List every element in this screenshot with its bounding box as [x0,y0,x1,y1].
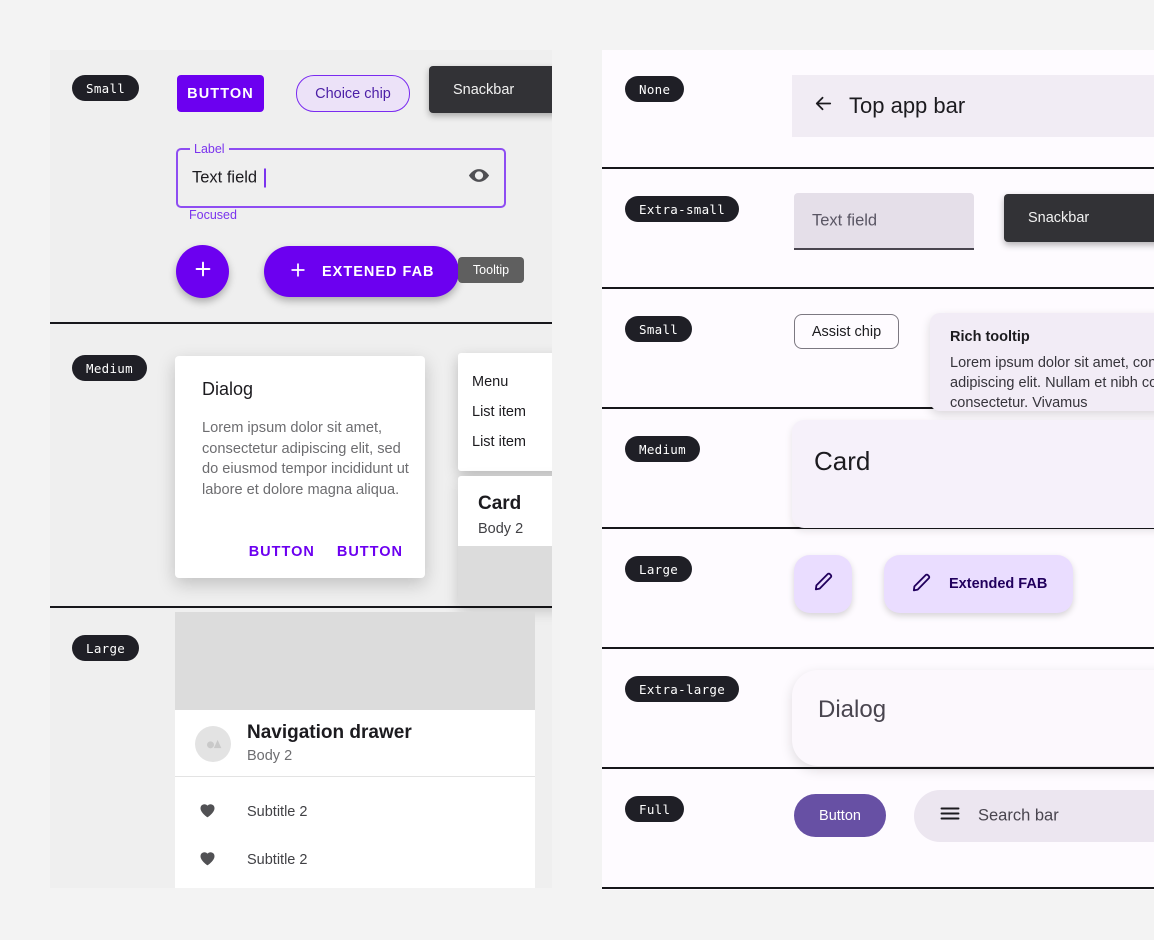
left-panel-divider-1 [50,322,552,324]
dialog-button-1[interactable]: BUTTON [249,544,315,560]
dialog-button-2[interactable]: BUTTON [337,544,403,560]
choice-chip[interactable]: Choice chip [296,75,410,112]
heart-icon [197,847,218,873]
card-media [458,546,552,606]
dialog-actions: BUTTON BUTTON [249,544,403,560]
search-bar[interactable]: Search bar [914,790,1154,842]
navigation-drawer-header: Navigation drawer Body 2 [175,710,535,777]
left-panel-divider-2 [50,606,552,608]
assist-chip[interactable]: Assist chip [794,314,899,349]
dialog: Dialog Lorem ipsum dolor sit amet, conse… [175,356,425,578]
shape-token-full: Full [625,796,685,822]
edit-icon [910,571,933,598]
shape-token-large: Large [72,635,140,661]
right-panel-divider-5 [602,647,1154,649]
avatar [195,726,231,762]
navigation-drawer-item-label: Subtitle 2 [247,804,308,820]
card[interactable]: Card [792,420,1154,528]
navigation-drawer-item-1[interactable]: Subtitle 2 [175,836,535,884]
eye-icon[interactable] [468,165,490,192]
right-panel-divider-6 [602,767,1154,769]
card-title: Card [478,493,522,514]
arrow-left-icon[interactable] [812,92,835,120]
text-field-text: Text field [192,168,258,187]
outlined-text-field[interactable]: Label Text field [176,142,506,208]
menu-icon[interactable] [938,802,962,831]
extended-fab-label: Extended FAB [949,576,1048,592]
floating-action-button[interactable] [794,555,852,613]
attachment-icon[interactable] [1149,93,1154,119]
shape-token-medium: Medium [72,355,147,381]
navigation-drawer-item-0[interactable]: Subtitle 2 [175,788,535,836]
navigation-drawer-subtitle: Body 2 [247,748,293,764]
shape-token-large: Large [625,556,693,582]
card-body: Body 2 [478,521,524,537]
navigation-drawer-media [175,612,535,710]
filled-text-field[interactable]: Text field [794,193,974,250]
shape-token-small: Small [72,75,140,101]
dialog-title: Dialog [202,379,254,399]
right-panel: None Top app bar Extra-small Text field … [602,50,1154,890]
menu-item-1[interactable]: List item [458,397,552,427]
plus-icon [192,258,214,285]
right-panel-divider-7 [602,887,1154,889]
heart-icon [197,799,218,825]
edit-icon [812,570,835,598]
filled-button[interactable]: Button [794,794,886,837]
screenshot-root: Small BUTTON Choice chip Snackbar Label … [0,0,1154,940]
navigation-drawer: Navigation drawer Body 2 Subtitle 2 Subt… [175,612,535,888]
extended-fab[interactable]: EXTENED FAB [264,246,459,297]
rich-tooltip-body: Lorem ipsum dolor sit amet, consectetur … [950,355,1154,411]
search-bar-placeholder: Search bar [978,806,1059,825]
left-panel: Small BUTTON Choice chip Snackbar Label … [50,50,552,888]
plus-icon [288,260,308,284]
text-field-helper: Focused [189,208,237,222]
rich-tooltip: Rich tooltip Lorem ipsum dolor sit amet,… [930,313,1154,411]
top-app-bar: Top app bar [792,75,1154,137]
filled-button[interactable]: BUTTON [177,75,264,112]
menu-item-2[interactable]: List item [458,427,552,457]
tooltip: Tooltip [458,257,524,283]
text-field-label: Label [190,142,229,156]
shape-token-medium: Medium [625,436,700,462]
top-app-bar-title: Top app bar [849,93,966,118]
text-field-value: Text field [192,168,266,188]
shape-token-small: Small [625,316,693,342]
dialog: Dialog [792,670,1154,766]
navigation-drawer-item-label: Subtitle 2 [247,852,308,868]
dialog-title: Dialog [818,696,887,723]
right-panel-divider-2 [602,287,1154,289]
extended-fab[interactable]: Extended FAB [884,555,1074,613]
floating-action-button[interactable] [176,245,229,298]
rich-tooltip-title: Rich tooltip [950,329,1030,345]
menu-item-0[interactable]: Menu [458,367,552,397]
text-caret [264,168,266,188]
card[interactable]: Card Body 2 [458,476,552,606]
shape-token-extra-small: Extra-small [625,196,740,222]
right-panel-divider-1 [602,167,1154,169]
snackbar[interactable]: Snackbar [1004,194,1154,242]
snackbar[interactable]: Snackbar [429,66,552,113]
shape-token-none: None [625,76,685,102]
dialog-body: Lorem ipsum dolor sit amet, consectetur … [202,420,409,498]
navigation-drawer-title: Navigation drawer [247,722,412,743]
extended-fab-label: EXTENED FAB [322,263,435,280]
shape-token-extra-large: Extra-large [625,676,740,702]
card-title: Card [814,446,871,476]
menu: Menu List item List item [458,353,552,471]
text-field-placeholder: Text field [812,211,878,229]
